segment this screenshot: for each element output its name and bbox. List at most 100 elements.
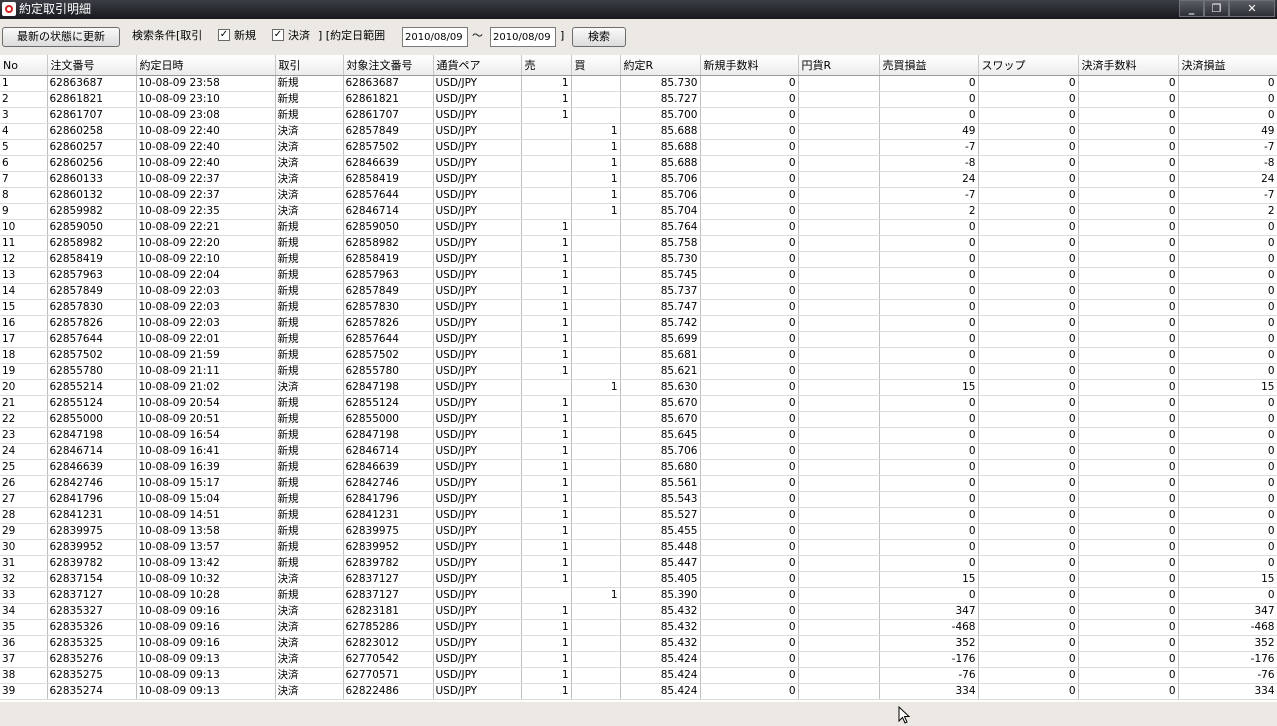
- table-cell: 30: [0, 539, 48, 556]
- table-row[interactable]: 8 62860132 10-08-09 22:37 決済 62857644 USD/JPY…: [0, 187, 1277, 204]
- table-row[interactable]: 18 62857502 10-08-09 21:59 新規 62857502 USD/JP…: [0, 347, 1277, 364]
- column-header[interactable]: 売: [521, 55, 572, 76]
- table-cell: [571, 235, 621, 252]
- table-cell: 10-08-09 10:28: [136, 587, 276, 604]
- table-row[interactable]: 20 62855214 10-08-09 21:02 決済 62847198 USD/JP…: [0, 379, 1277, 396]
- table-row[interactable]: 33 62837127 10-08-09 10:28 新規 62837127 USD/JP…: [0, 587, 1277, 604]
- table-row[interactable]: 9 62859982 10-08-09 22:35 決済 62846714 USD/JPY…: [0, 203, 1277, 220]
- mouse-cursor-icon: [898, 706, 911, 724]
- table-row[interactable]: 17 62857644 10-08-09 22:01 新規 62857644 USD/JP…: [0, 331, 1277, 348]
- table-row[interactable]: 25 62846639 10-08-09 16:39 新規 62846639 USD/JP…: [0, 459, 1277, 476]
- table-cell: 0: [700, 251, 799, 268]
- table-row[interactable]: 14 62857849 10-08-09 22:03 新規 62857849 USD/JP…: [0, 283, 1277, 300]
- table-cell: 62857502: [343, 139, 434, 156]
- table-cell: 0: [1078, 171, 1179, 188]
- table-cell: 62841796: [343, 491, 434, 508]
- column-header[interactable]: スワップ: [978, 55, 1079, 76]
- table-cell: 0: [978, 651, 1079, 668]
- tilde-label: ～: [472, 29, 483, 42]
- table-cell: 0: [1078, 267, 1179, 284]
- table-row[interactable]: 10 62859050 10-08-09 22:21 新規 62859050 USD/JP…: [0, 219, 1277, 236]
- table-row[interactable]: 37 62835276 10-08-09 09:13 決済 62770542 USD/JP…: [0, 651, 1277, 668]
- column-header[interactable]: 通貨ペア: [433, 55, 522, 76]
- table-cell: [798, 283, 880, 300]
- table-cell: [521, 203, 572, 220]
- column-header[interactable]: 決済損益: [1178, 55, 1277, 76]
- table-row[interactable]: 22 62855000 10-08-09 20:51 新規 62855000 USD/JP…: [0, 411, 1277, 428]
- table-cell: 0: [1078, 443, 1179, 460]
- column-header[interactable]: 円貨R: [798, 55, 880, 76]
- table-cell: 1: [571, 379, 621, 396]
- new-checkbox[interactable]: ✓: [218, 29, 230, 41]
- table-row[interactable]: 26 62842746 10-08-09 15:17 新規 62842746 USD/JP…: [0, 475, 1277, 492]
- close-button[interactable]: ✕: [1229, 0, 1275, 17]
- table-cell: 0: [700, 331, 799, 348]
- table-cell: 62785286: [343, 619, 434, 636]
- table-cell: 62841231: [47, 507, 137, 524]
- column-header[interactable]: 取引: [275, 55, 344, 76]
- table-cell: 10-08-09 22:03: [136, 299, 276, 316]
- table-row[interactable]: 5 62860257 10-08-09 22:40 決済 62857502 USD/JPY…: [0, 139, 1277, 156]
- table-row[interactable]: 29 62839975 10-08-09 13:58 新規 62839975 USD/JP…: [0, 523, 1277, 540]
- table-cell: 0: [879, 539, 979, 556]
- column-header[interactable]: 決済手数料: [1078, 55, 1179, 76]
- column-header[interactable]: 買: [571, 55, 621, 76]
- table-row[interactable]: 16 62857826 10-08-09 22:03 新規 62857826 USD/JP…: [0, 315, 1277, 332]
- date-from-field[interactable]: [402, 27, 468, 47]
- search-button[interactable]: 検索: [572, 27, 626, 47]
- table-cell: 0: [879, 459, 979, 476]
- table-row[interactable]: 36 62835325 10-08-09 09:16 決済 62823012 USD/JP…: [0, 635, 1277, 652]
- column-header[interactable]: 対象注文番号: [343, 55, 434, 76]
- table-row[interactable]: 24 62846714 10-08-09 16:41 新規 62846714 USD/JP…: [0, 443, 1277, 460]
- table-row[interactable]: 6 62860256 10-08-09 22:40 決済 62846639 USD/JPY…: [0, 155, 1277, 172]
- table-row[interactable]: 11 62858982 10-08-09 22:20 新規 62858982 USD/JP…: [0, 235, 1277, 252]
- table-cell: 62770542: [343, 651, 434, 668]
- table-row[interactable]: 27 62841796 10-08-09 15:04 新規 62841796 USD/JP…: [0, 491, 1277, 508]
- column-header[interactable]: 約定日時: [136, 55, 276, 76]
- table-row[interactable]: 34 62835327 10-08-09 09:16 決済 62823181 USD/JP…: [0, 603, 1277, 620]
- table-cell: 0: [700, 203, 799, 220]
- table-row[interactable]: 32 62837154 10-08-09 10:32 決済 62837127 USD/JP…: [0, 571, 1277, 588]
- table-row[interactable]: 19 62855780 10-08-09 21:11 新規 62855780 USD/JP…: [0, 363, 1277, 380]
- table-cell: 新規: [275, 91, 344, 108]
- table-row[interactable]: 3 62861707 10-08-09 23:08 新規 62861707 USD/JPY…: [0, 107, 1277, 124]
- column-header[interactable]: 約定R: [620, 55, 701, 76]
- table-row[interactable]: 28 62841231 10-08-09 14:51 新規 62841231 USD/JP…: [0, 507, 1277, 524]
- table-row[interactable]: 13 62857963 10-08-09 22:04 新規 62857963 USD/JP…: [0, 267, 1277, 284]
- table-row[interactable]: 31 62839782 10-08-09 13:42 新規 62839782 USD/JP…: [0, 555, 1277, 572]
- column-header[interactable]: 注文番号: [47, 55, 137, 76]
- table-cell: 85.424: [620, 667, 701, 684]
- settle-checkbox[interactable]: ✓: [272, 29, 284, 41]
- table-cell: 1: [521, 491, 572, 508]
- refresh-button[interactable]: 最新の状態に更新: [2, 27, 120, 47]
- table-row[interactable]: 39 62835274 10-08-09 09:13 決済 62822486 USD/JP…: [0, 683, 1277, 700]
- table-row[interactable]: 1 62863687 10-08-09 23:58 新規 62863687 USD/JPY…: [0, 75, 1277, 92]
- table-row[interactable]: 38 62835275 10-08-09 09:13 決済 62770571 USD/JP…: [0, 667, 1277, 684]
- column-header[interactable]: 売買損益: [879, 55, 979, 76]
- table-cell: USD/JPY: [433, 459, 522, 476]
- table-row[interactable]: 35 62835326 10-08-09 09:16 決済 62785286 USD/JP…: [0, 619, 1277, 636]
- table-row[interactable]: 30 62839952 10-08-09 13:57 新規 62839952 USD/JP…: [0, 539, 1277, 556]
- table-row[interactable]: 23 62847198 10-08-09 16:54 新規 62847198 USD/JP…: [0, 427, 1277, 444]
- table-cell: 0: [700, 555, 799, 572]
- table-row[interactable]: 2 62861821 10-08-09 23:10 新規 62861821 USD/JPY…: [0, 91, 1277, 108]
- table-row[interactable]: 15 62857830 10-08-09 22:03 新規 62857830 USD/JP…: [0, 299, 1277, 316]
- table-row[interactable]: 21 62855124 10-08-09 20:54 新規 62855124 USD/JP…: [0, 395, 1277, 412]
- date-to-field[interactable]: [490, 27, 556, 47]
- column-header[interactable]: No: [0, 55, 48, 76]
- table-cell: 1: [521, 667, 572, 684]
- table-cell: 0: [700, 411, 799, 428]
- table-cell: 62847198: [47, 427, 137, 444]
- column-header[interactable]: 新規手数料: [700, 55, 799, 76]
- table-cell: 25: [0, 459, 48, 476]
- minimize-button[interactable]: _: [1179, 0, 1204, 17]
- table-cell: 1: [521, 603, 572, 620]
- table-row[interactable]: 4 62860258 10-08-09 22:40 決済 62857849 USD/JPY…: [0, 123, 1277, 140]
- maximize-button[interactable]: ❐: [1204, 0, 1229, 17]
- table-cell: 24: [0, 443, 48, 460]
- table-row[interactable]: 7 62860133 10-08-09 22:37 決済 62858419 USD/JPY…: [0, 171, 1277, 188]
- table-cell: [798, 379, 880, 396]
- table-cell: 1: [521, 571, 572, 588]
- table-row[interactable]: 12 62858419 10-08-09 22:10 新規 62858419 USD/JP…: [0, 251, 1277, 268]
- table-cell: 0: [978, 523, 1079, 540]
